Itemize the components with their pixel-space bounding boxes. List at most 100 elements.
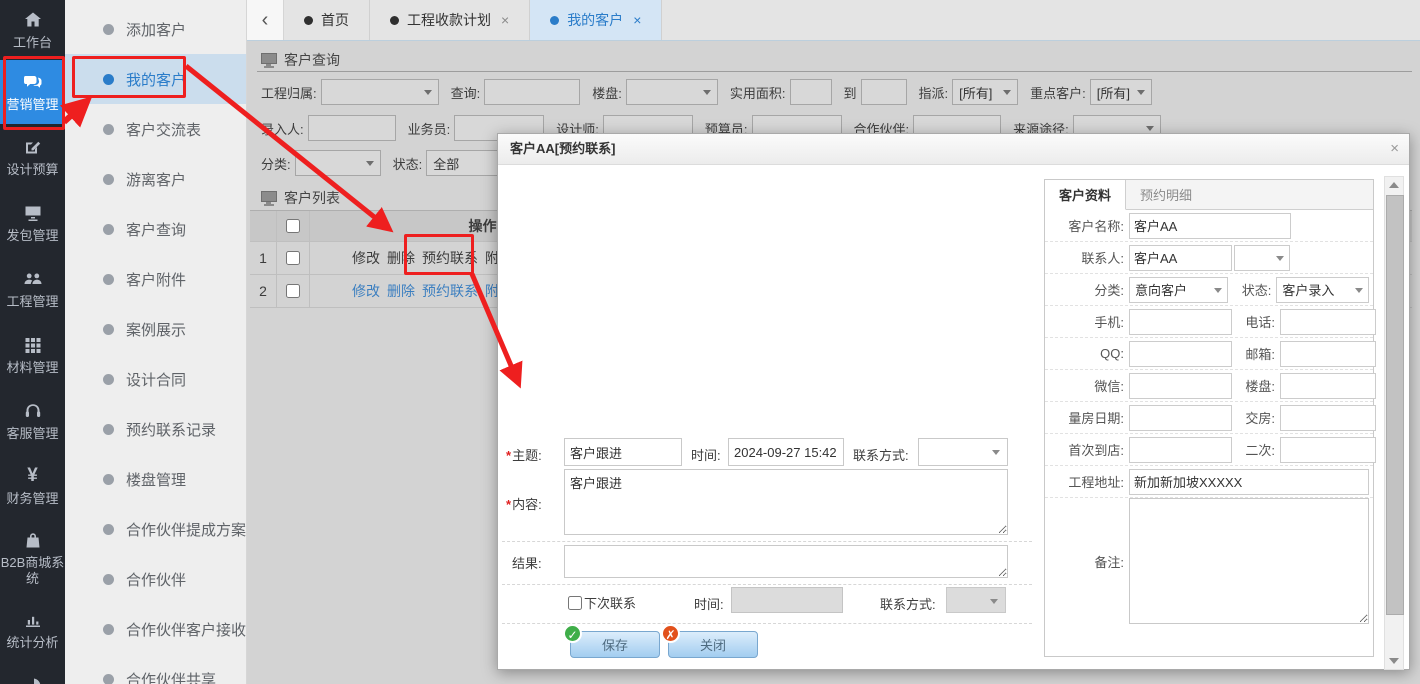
- contact-person-select[interactable]: [1234, 245, 1290, 271]
- category-select[interactable]: [295, 150, 381, 176]
- op-link-appointment[interactable]: 预约联系: [422, 248, 478, 268]
- building-select[interactable]: [626, 79, 718, 105]
- tab-my-customers[interactable]: 我的客户 ×: [530, 0, 662, 40]
- sidebar-item-more[interactable]: [0, 662, 65, 684]
- customer-name-input[interactable]: [1129, 213, 1291, 239]
- sidebar-item-workbench[interactable]: 工作台: [0, 0, 65, 60]
- chevron-down-icon: [1355, 288, 1363, 293]
- content-textarea[interactable]: 客户跟进: [564, 469, 1008, 535]
- close-button[interactable]: ✗ 关闭: [668, 631, 758, 658]
- menu-item-customer-exchange[interactable]: 客户交流表: [65, 104, 246, 154]
- category-select[interactable]: 意向客户: [1129, 277, 1228, 303]
- sidebar-item-statistics[interactable]: 统计分析: [0, 598, 65, 662]
- menu-item-customer-query[interactable]: 客户查询: [65, 204, 246, 254]
- result-textarea[interactable]: [564, 545, 1008, 578]
- tab-label: 我的客户: [567, 10, 623, 30]
- next-contact-checkbox[interactable]: [568, 596, 582, 610]
- tab-appointment-detail[interactable]: 预约明细: [1126, 180, 1206, 209]
- tab-home[interactable]: 首页: [284, 0, 370, 40]
- row-number: 1: [250, 242, 277, 274]
- menu-item-case-display[interactable]: 案例展示: [65, 304, 246, 354]
- sidebar-item-label: 工程管理: [6, 294, 58, 310]
- sidebar-item-customer-service[interactable]: 客服管理: [0, 388, 65, 454]
- sidebar-item-design-budget[interactable]: 设计预算: [0, 124, 65, 190]
- recorder-input[interactable]: [308, 115, 396, 141]
- menu-item-partners[interactable]: 合作伙伴: [65, 554, 246, 604]
- menu-item-design-contract[interactable]: 设计合同: [65, 354, 246, 404]
- tabs-back-button[interactable]: ‹: [247, 0, 284, 40]
- contact-method-select[interactable]: [918, 438, 1008, 466]
- bullet-icon: [103, 574, 114, 585]
- menu-item-building-management[interactable]: 楼盘管理: [65, 454, 246, 504]
- row-number: 2: [250, 275, 277, 307]
- first-visit-input[interactable]: [1129, 437, 1232, 463]
- assign-label: 指派:: [919, 83, 949, 102]
- sidebar-item-outsourcing[interactable]: 发包管理: [0, 190, 65, 256]
- next-contact-method-select: [946, 587, 1006, 613]
- sidebar-item-materials[interactable]: 材料管理: [0, 322, 65, 388]
- op-link-appointment[interactable]: 预约联系: [422, 281, 478, 301]
- sidebar-item-b2b-mall[interactable]: B2B商城系统: [0, 518, 65, 598]
- scroll-up-icon[interactable]: [1385, 177, 1403, 193]
- dialog-close-icon[interactable]: ×: [1390, 140, 1399, 158]
- field-row-contact: 联系人:: [1045, 242, 1373, 274]
- sidebar-item-marketing[interactable]: 营销管理: [0, 60, 65, 124]
- menu-item-floating-customers[interactable]: 游离客户: [65, 154, 246, 204]
- next-time-label: 时间:: [694, 594, 724, 613]
- subject-input[interactable]: [564, 438, 682, 466]
- menu-item-appointment-records[interactable]: 预约联系记录: [65, 404, 246, 454]
- remark-textarea[interactable]: [1129, 498, 1369, 624]
- assign-select[interactable]: [所有]: [952, 79, 1018, 105]
- op-link-modify[interactable]: 修改: [352, 281, 380, 301]
- mobile-input[interactable]: [1129, 309, 1232, 335]
- query-input[interactable]: [484, 79, 580, 105]
- menu-item-add-customer[interactable]: 添加客户: [65, 4, 246, 54]
- row-checkbox[interactable]: [286, 284, 300, 298]
- modal-scrollbar[interactable]: [1384, 176, 1404, 670]
- area-to-input[interactable]: [861, 79, 907, 105]
- tab-close-icon[interactable]: ×: [633, 12, 641, 28]
- menu-item-partner-share[interactable]: 合作伙伴共享: [65, 654, 246, 684]
- contact-person-input[interactable]: [1129, 245, 1232, 271]
- secondary-sidebar: 添加客户 我的客户 客户交流表 游离客户 客户查询 客户附件 案例展示 设计合同…: [65, 0, 247, 684]
- scrollbar-thumb[interactable]: [1386, 195, 1404, 615]
- op-link-modify[interactable]: 修改: [352, 248, 380, 268]
- building-input[interactable]: [1280, 373, 1376, 399]
- vip-select[interactable]: [所有]: [1090, 79, 1152, 105]
- chevron-down-icon: [1146, 126, 1154, 131]
- bullet-icon: [103, 424, 114, 435]
- area-from-input[interactable]: [790, 79, 832, 105]
- time-input[interactable]: [728, 438, 844, 466]
- edit-icon: [23, 137, 43, 157]
- scroll-down-icon[interactable]: [1385, 653, 1403, 669]
- phone-input[interactable]: [1280, 309, 1376, 335]
- bullet-icon: [103, 74, 114, 85]
- address-input[interactable]: [1129, 469, 1369, 495]
- op-link-delete[interactable]: 删除: [387, 248, 415, 268]
- row-checkbox[interactable]: [286, 251, 300, 265]
- qq-input[interactable]: [1129, 341, 1232, 367]
- menu-item-my-customers[interactable]: 我的客户: [65, 54, 246, 104]
- menu-item-label: 添加客户: [126, 19, 186, 40]
- wechat-input[interactable]: [1129, 373, 1232, 399]
- tab-project-payment-plan[interactable]: 工程收款计划 ×: [370, 0, 530, 40]
- measure-date-input[interactable]: [1129, 405, 1232, 431]
- menu-item-label: 我的客户: [126, 69, 186, 90]
- sidebar-item-engineering[interactable]: 工程管理: [0, 256, 65, 322]
- select-all-checkbox[interactable]: [286, 219, 300, 233]
- delivery-input[interactable]: [1280, 405, 1376, 431]
- tab-close-icon[interactable]: ×: [501, 12, 509, 28]
- second-visit-input[interactable]: [1280, 437, 1376, 463]
- tab-customer-info[interactable]: 客户资料: [1045, 180, 1126, 210]
- op-link-delete[interactable]: 删除: [387, 281, 415, 301]
- menu-item-customer-attachments[interactable]: 客户附件: [65, 254, 246, 304]
- home-icon: [23, 10, 43, 30]
- save-button[interactable]: ✓ 保存: [570, 631, 660, 658]
- project-owner-select[interactable]: [321, 79, 439, 105]
- sidebar-item-finance[interactable]: ¥ 财务管理: [0, 454, 65, 518]
- email-input[interactable]: [1280, 341, 1376, 367]
- menu-item-partner-customer-receive[interactable]: 合作伙伴客户接收: [65, 604, 246, 654]
- tab-label: 首页: [321, 10, 349, 30]
- status-select[interactable]: 客户录入: [1276, 277, 1369, 303]
- menu-item-partner-commission[interactable]: 合作伙伴提成方案: [65, 504, 246, 554]
